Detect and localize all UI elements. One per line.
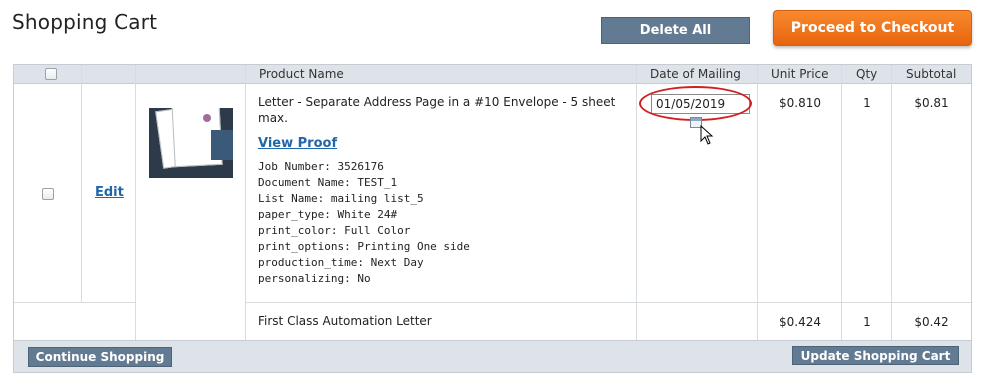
cart-table: Product Name Date of Mailing Unit Price … [13, 64, 972, 373]
page-title: Shopping Cart [12, 10, 158, 34]
thumbnail-shape [211, 130, 233, 160]
detail-line: print_color: Full Color [258, 224, 411, 237]
product-title: First Class Automation Letter [258, 314, 432, 328]
divider [245, 302, 971, 303]
divider [245, 65, 246, 340]
view-proof-link[interactable]: View Proof [258, 136, 337, 151]
detail-line: Job Number: 3526176 [258, 160, 384, 173]
proceed-to-checkout-button[interactable]: Proceed to Checkout [773, 10, 972, 46]
update-shopping-cart-button[interactable]: Update Shopping Cart [792, 346, 959, 365]
detail-line: production_time: Next Day [258, 256, 424, 269]
unit-price: $0.424 [779, 315, 821, 329]
edit-link[interactable]: Edit [95, 185, 124, 200]
divider [135, 65, 136, 340]
subtotal: $0.42 [914, 315, 949, 329]
product-thumbnail [149, 94, 233, 178]
row-select-checkbox[interactable] [42, 188, 54, 200]
cart-footer: Continue Shopping Update Shopping Cart [14, 340, 971, 372]
highlight-ellipse [639, 86, 752, 121]
table-header: Product Name Date of Mailing Unit Price … [14, 65, 971, 84]
detail-line: personalizing: No [258, 272, 371, 285]
header-date-of-mailing: Date of Mailing [650, 67, 741, 81]
select-all-checkbox[interactable] [45, 68, 57, 80]
job-details: Job Number: 3526176 Document Name: TEST_… [258, 159, 470, 287]
seal-icon [203, 114, 211, 122]
header-subtotal: Subtotal [906, 67, 957, 81]
detail-line: paper_type: White 24# [258, 208, 398, 221]
detail-line: Document Name: TEST_1 [258, 176, 398, 189]
subtotal: $0.81 [914, 96, 949, 110]
mouse-pointer-icon [700, 125, 714, 145]
qty: 1 [863, 96, 871, 110]
header-qty: Qty [856, 67, 878, 81]
header-unit-price: Unit Price [771, 67, 829, 81]
thumbnail-band [149, 94, 233, 108]
continue-shopping-button[interactable]: Continue Shopping [28, 347, 172, 367]
unit-price: $0.810 [779, 96, 821, 110]
divider [81, 65, 82, 302]
header-product-name: Product Name [259, 67, 344, 81]
product-title: Letter - Separate Address Page in a #10 … [258, 95, 616, 125]
detail-line: print_options: Printing One side [258, 240, 470, 253]
qty: 1 [863, 315, 871, 329]
divider [14, 302, 135, 303]
delete-all-button[interactable]: Delete All [601, 17, 750, 44]
detail-line: List Name: mailing list_5 [258, 192, 424, 205]
